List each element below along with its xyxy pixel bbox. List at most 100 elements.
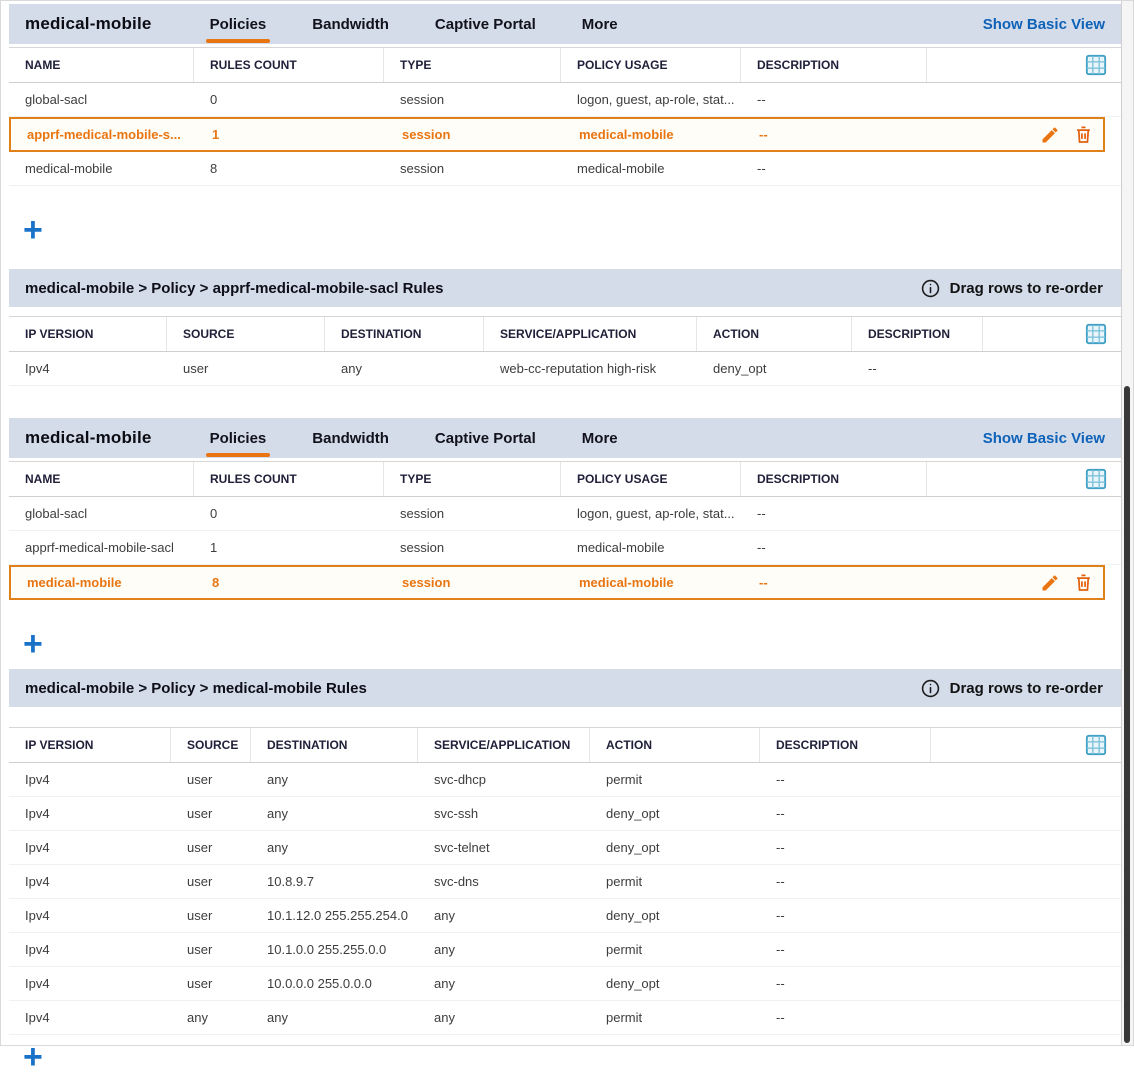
cell-description: -- — [852, 361, 982, 376]
cell-destination: 10.8.9.7 — [251, 874, 418, 889]
cell-policy-usage: medical-mobile — [561, 540, 741, 555]
cell-service: svc-dns — [418, 874, 590, 889]
tab-bar: medical-mobile Policies Bandwidth Captiv… — [9, 4, 1121, 44]
drag-note: Drag rows to re-order — [921, 679, 1103, 698]
policy-row[interactable]: medical-mobile 8 session medical-mobile … — [9, 152, 1121, 186]
rule-row[interactable]: Ipv4 any any any permit -- — [9, 1001, 1121, 1035]
col-header-type: TYPE — [384, 462, 561, 496]
cell-ip-version: Ipv4 — [9, 942, 171, 957]
column-settings-cell — [926, 48, 1121, 82]
policies-table-header: NAME RULES COUNT TYPE POLICY USAGE DESCR… — [9, 461, 1121, 497]
add-policy-row: + — [9, 186, 1121, 255]
cell-action: deny_opt — [590, 840, 760, 855]
table-columns-icon[interactable] — [1085, 323, 1107, 345]
policy-row-selected[interactable]: medical-mobile 8 session medical-mobile … — [9, 565, 1105, 600]
col-header-service: SERVICE/APPLICATION — [418, 728, 590, 762]
tab-bandwidth[interactable]: Bandwidth — [310, 5, 391, 44]
row-actions — [1040, 125, 1103, 145]
table-columns-icon[interactable] — [1085, 468, 1107, 490]
policy-row-selected[interactable]: apprf-medical-mobile-s... 1 session medi… — [9, 117, 1105, 152]
cell-source: user — [171, 942, 251, 957]
cell-name: apprf-medical-mobile-sacl — [9, 540, 194, 555]
policies-table: NAME RULES COUNT TYPE POLICY USAGE DESCR… — [9, 461, 1121, 600]
vertical-scrollbar[interactable] — [1121, 1, 1133, 1045]
cell-description: -- — [741, 540, 926, 555]
col-header-source: SOURCE — [167, 317, 325, 351]
col-header-rules-count: RULES COUNT — [194, 48, 384, 82]
edit-pencil-icon[interactable] — [1040, 125, 1060, 145]
col-header-service: SERVICE/APPLICATION — [484, 317, 697, 351]
rule-row[interactable]: Ipv4 user any svc-ssh deny_opt -- — [9, 797, 1121, 831]
cell-service: any — [418, 1010, 590, 1025]
rule-row[interactable]: Ipv4 user 10.1.12.0 255.255.254.0 any de… — [9, 899, 1121, 933]
cell-ip-version: Ipv4 — [9, 806, 171, 821]
policy-row[interactable]: apprf-medical-mobile-sacl 1 session medi… — [9, 531, 1121, 565]
cell-service: any — [418, 908, 590, 923]
show-basic-view-link[interactable]: Show Basic View — [983, 16, 1105, 33]
cell-action: deny_opt — [697, 361, 852, 376]
scrollbar-handle[interactable] — [1124, 386, 1130, 1043]
cell-source: user — [171, 908, 251, 923]
rules-table: IP VERSION SOURCE DESTINATION SERVICE/AP… — [9, 727, 1121, 1035]
cell-ip-version: Ipv4 — [9, 1010, 171, 1025]
rule-row[interactable]: Ipv4 user any web-cc-reputation high-ris… — [9, 352, 1121, 386]
rule-row[interactable]: Ipv4 user 10.1.0.0 255.255.0.0 any permi… — [9, 933, 1121, 967]
rule-row[interactable]: Ipv4 user any svc-telnet deny_opt -- — [9, 831, 1121, 865]
edit-pencil-icon[interactable] — [1040, 573, 1060, 593]
add-policy-button[interactable]: + — [23, 216, 43, 244]
cell-description: -- — [760, 908, 930, 923]
cell-source: user — [171, 976, 251, 991]
cell-policy-usage: logon, guest, ap-role, stat... — [561, 92, 741, 107]
delete-trash-icon[interactable] — [1074, 573, 1093, 592]
rules-table-header: IP VERSION SOURCE DESTINATION SERVICE/AP… — [9, 316, 1121, 352]
cell-type: session — [386, 575, 563, 590]
col-header-destination: DESTINATION — [251, 728, 418, 762]
add-rule-button[interactable]: + — [23, 1043, 43, 1071]
cell-description: -- — [760, 1010, 930, 1025]
tab-captive-portal[interactable]: Captive Portal — [433, 5, 538, 44]
policy-row[interactable]: global-sacl 0 session logon, guest, ap-r… — [9, 497, 1121, 531]
cell-destination: any — [325, 361, 484, 376]
info-icon[interactable] — [921, 679, 940, 698]
app-page: medical-mobile Policies Bandwidth Captiv… — [0, 0, 1134, 1046]
cell-type: session — [384, 161, 561, 176]
col-header-name: NAME — [9, 48, 194, 82]
drag-note-label: Drag rows to re-order — [950, 680, 1103, 697]
add-policy-button[interactable]: + — [23, 630, 43, 658]
delete-trash-icon[interactable] — [1074, 125, 1093, 144]
info-icon[interactable] — [921, 279, 940, 298]
policy-row[interactable]: global-sacl 0 session logon, guest, ap-r… — [9, 83, 1121, 117]
cell-service: svc-dhcp — [418, 772, 590, 787]
tab-bandwidth[interactable]: Bandwidth — [310, 419, 391, 458]
cell-action: permit — [590, 942, 760, 957]
cell-description: -- — [760, 942, 930, 957]
rule-row[interactable]: Ipv4 user 10.8.9.7 svc-dns permit -- — [9, 865, 1121, 899]
table-columns-icon[interactable] — [1085, 734, 1107, 756]
tab-more[interactable]: More — [580, 5, 620, 44]
profile-title: medical-mobile — [25, 428, 152, 448]
col-header-action: ACTION — [697, 317, 852, 351]
cell-name: medical-mobile — [11, 575, 196, 590]
cell-name: medical-mobile — [9, 161, 194, 176]
cell-rules-count: 8 — [196, 575, 386, 590]
tab-more[interactable]: More — [580, 419, 620, 458]
rule-row[interactable]: Ipv4 user any svc-dhcp permit -- — [9, 763, 1121, 797]
cell-name: apprf-medical-mobile-s... — [11, 127, 196, 142]
policy-panel-bottom: medical-mobile Policies Bandwidth Captiv… — [9, 418, 1121, 1082]
tab-policies[interactable]: Policies — [208, 5, 269, 44]
col-header-policy-usage: POLICY USAGE — [561, 48, 741, 82]
column-settings-cell — [926, 462, 1121, 496]
table-columns-icon[interactable] — [1085, 54, 1107, 76]
rules-breadcrumb: medical-mobile > Policy > apprf-medical-… — [25, 280, 443, 297]
rule-row[interactable]: Ipv4 user 10.0.0.0 255.0.0.0 any deny_op… — [9, 967, 1121, 1001]
col-header-action: ACTION — [590, 728, 760, 762]
tab-policies[interactable]: Policies — [208, 419, 269, 458]
col-header-destination: DESTINATION — [325, 317, 484, 351]
tab-bar: medical-mobile Policies Bandwidth Captiv… — [9, 418, 1121, 458]
cell-description: -- — [760, 806, 930, 821]
cell-rules-count: 0 — [194, 92, 384, 107]
show-basic-view-link[interactable]: Show Basic View — [983, 430, 1105, 447]
cell-policy-usage: medical-mobile — [563, 127, 743, 142]
tab-captive-portal[interactable]: Captive Portal — [433, 419, 538, 458]
col-header-source: SOURCE — [171, 728, 251, 762]
